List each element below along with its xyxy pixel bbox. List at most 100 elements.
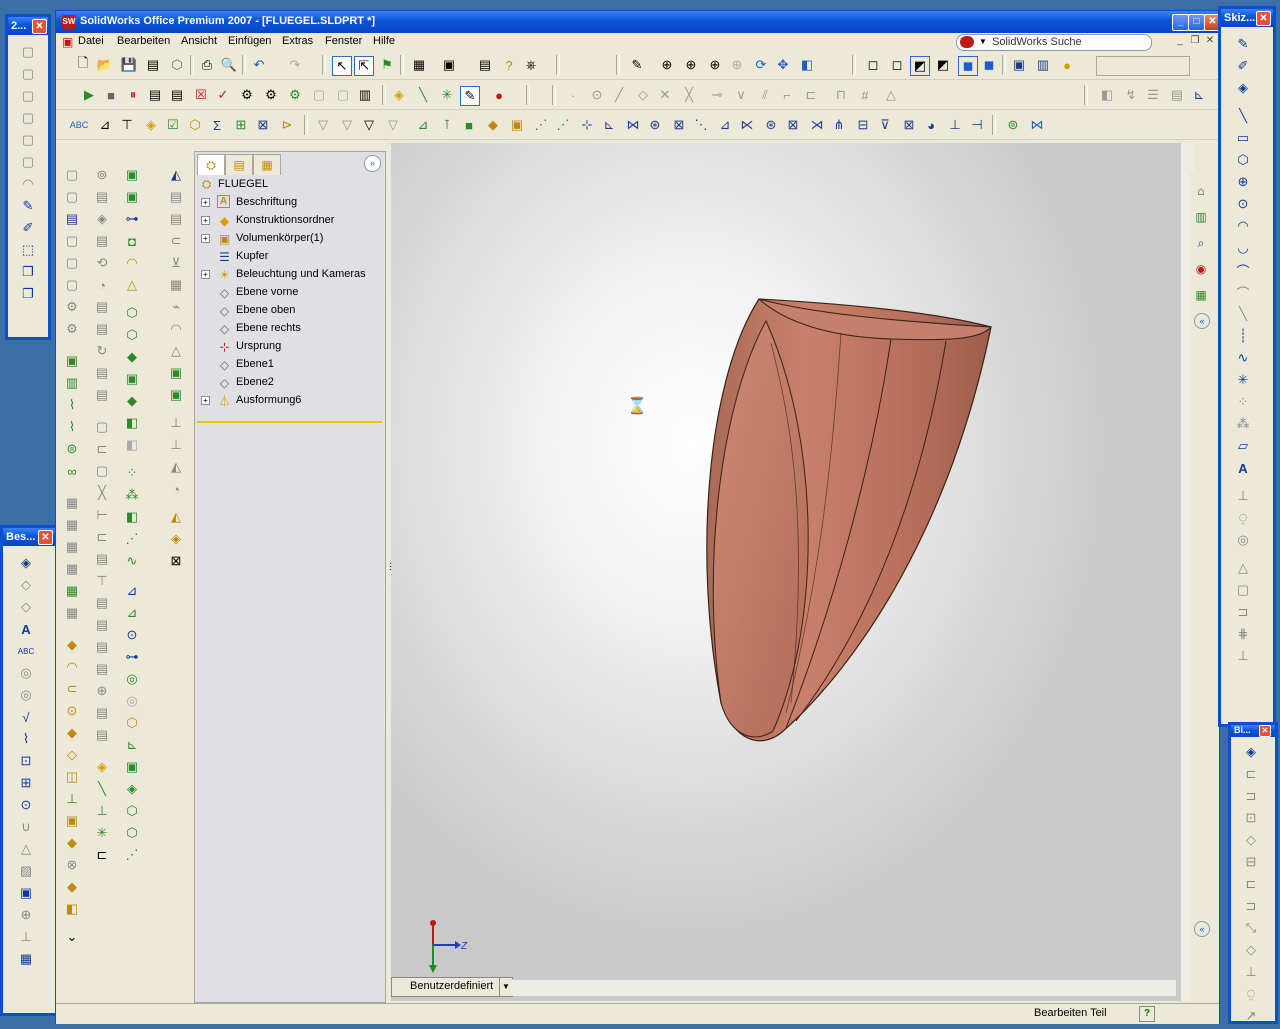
feature-icon[interactable]: ▤ [93,594,111,612]
feature-icon[interactable]: ▤ [93,726,111,744]
feature-icon[interactable]: ◎ [123,670,141,688]
expand-plus-icon[interactable]: + [201,216,210,225]
text-icon[interactable]: A [1234,459,1252,477]
feature-icon[interactable]: ⊚ [93,166,111,184]
collapse-icon[interactable]: « [1194,313,1210,329]
feature-icon[interactable]: ◆ [123,392,141,410]
menu-fenster[interactable]: Fenster [325,35,362,47]
shadows-icon[interactable]: ◼ [980,56,998,74]
menu-datei[interactable]: Datei [78,35,104,47]
feature-icon[interactable]: ⋰ [532,116,550,134]
expand-plus-icon[interactable]: + [201,270,210,279]
plugin-icon[interactable]: ▢ [310,86,328,104]
close-icon[interactable]: ☒ [192,86,210,104]
feature-icon[interactable]: ◎ [123,692,141,710]
polygon-icon[interactable]: ⬡ [1234,151,1252,169]
dimension-icon[interactable]: ⊡ [1242,809,1260,827]
feature-icon[interactable]: ⊿ [716,116,734,134]
feature-icon[interactable]: ▣ [123,166,141,184]
expand-down-icon[interactable]: ⌄ [63,928,81,946]
point-icon[interactable]: ✳ [1234,371,1252,389]
circle-icon[interactable]: ⊕ [1234,173,1252,191]
feature-icon[interactable]: ⊠ [900,116,918,134]
feature-icon[interactable]: ⋰ [123,846,141,864]
feature-icon[interactable]: ⋔ [830,116,848,134]
feature-icon[interactable]: ◈ [167,530,185,548]
mdi-restore-icon[interactable]: ❐ [1189,35,1201,47]
open-icon[interactable]: 📂 [96,56,114,74]
hidden-lines-removed-icon[interactable]: ◩ [910,56,930,76]
feature-icon[interactable]: ⊥ [946,116,964,134]
feature-icon[interactable]: ⋰ [123,530,141,548]
feature-icon[interactable]: ⚙ [63,298,81,316]
feature-icon[interactable]: ▢ [19,87,37,105]
feature-icon[interactable]: ▤ [93,232,111,250]
triangle-icon[interactable]: △ [882,86,900,104]
feature-icon[interactable]: ⊾ [600,116,618,134]
dimension-icon[interactable]: ⍜ [1242,985,1260,1003]
circle-icon[interactable]: ⊙ [1234,195,1252,213]
rollback-bar[interactable] [197,421,382,423]
horizontal-scrollbar[interactable] [511,979,1176,996]
feature-icon[interactable]: ◭ [167,508,185,526]
feature-icon[interactable]: ▢ [19,65,37,83]
feature-icon[interactable]: ◇ [17,576,35,594]
help-icon[interactable]: ? [1139,1006,1155,1022]
feature-icon[interactable]: ◧ [123,436,141,454]
close-icon[interactable]: ✕ [1256,11,1271,26]
make-drawing-icon[interactable]: ▤ [144,56,162,74]
undo-icon[interactable]: ↶ [250,56,268,74]
feature-icon[interactable]: ⊽ [876,116,894,134]
hidden-lines-visible-icon[interactable]: ◻ [888,56,906,74]
feature-icon[interactable]: ◇ [17,598,35,616]
dimension-icon[interactable]: ⤡ [1242,919,1260,937]
feature-icon[interactable]: ▤ [93,616,111,634]
polygon-icon[interactable]: ◇ [634,86,652,104]
tool-icon[interactable]: ⊤ [118,116,136,134]
feature-icon[interactable]: ◈ [93,758,111,776]
weld-icon[interactable]: ⌇ [17,730,35,748]
feature-icon[interactable]: ▣ [167,364,185,382]
feature-icon[interactable]: ⚙ [63,320,81,338]
menu-einfuegen[interactable]: Einfügen [228,35,271,47]
extrude-icon[interactable]: ▢ [63,166,81,184]
feature-icon[interactable]: ▣ [508,116,526,134]
new-document-icon[interactable]: 🗋 [74,55,92,74]
help-icon[interactable]: ? [500,56,518,74]
feature-icon[interactable]: ⊥ [167,436,185,454]
tree-item[interactable]: ◇ Ebene rechts [195,320,385,338]
library-icon[interactable]: ▥ [1191,207,1211,227]
shaded-with-edges-icon[interactable]: ◩ [934,56,952,74]
feature-icon[interactable]: ⊥ [17,928,35,946]
plugin-icon[interactable]: ▥ [356,86,374,104]
selection-filter-icon[interactable]: ⇱ [354,56,374,76]
expand-plus-icon[interactable]: + [201,234,210,243]
feature-icon[interactable]: ⬡ [123,304,141,322]
feature-icon[interactable]: ◆ [63,878,81,896]
sketch-tool-icon[interactable]: ∨ [732,86,750,104]
smart-dimension-icon[interactable]: ◈ [1234,79,1252,97]
feature-icon[interactable]: ⋈ [1028,116,1046,134]
dropdown-arrow-icon[interactable]: ▼ [979,37,987,46]
feature-icon[interactable]: ⋰ [554,116,572,134]
feature-icon[interactable]: ⋈ [624,116,642,134]
feature-icon[interactable]: ◈ [123,780,141,798]
make-assembly-icon[interactable]: ⬡ [168,56,186,74]
line-icon[interactable]: ╲ [93,780,111,798]
appearance-icon[interactable]: ◉ [1191,259,1211,279]
sketch-draw-icon[interactable]: ✐ [19,219,37,237]
feature-icon[interactable]: ▣ [123,188,141,206]
dimension-icon[interactable]: ◈ [17,554,35,572]
smart-dimension-icon[interactable]: ◈ [1242,743,1260,761]
feature-icon[interactable]: ⊏ [93,846,111,864]
feature-icon[interactable]: ◠ [167,320,185,338]
feature-icon[interactable]: ⊢ [93,506,111,524]
redo-icon[interactable]: ↷ [286,56,304,74]
zoom-fit-icon[interactable]: ⊕ [658,56,676,74]
feature-icon[interactable]: ⊜ [63,440,81,458]
feature-icon[interactable]: ∞ [63,462,81,480]
view-icon[interactable]: ☰ [1144,86,1162,104]
feature-icon[interactable]: △ [167,342,185,360]
tree-item[interactable]: + ⏃ Ausformung6 [195,392,385,410]
feature-icon[interactable]: ↻ [93,342,111,360]
